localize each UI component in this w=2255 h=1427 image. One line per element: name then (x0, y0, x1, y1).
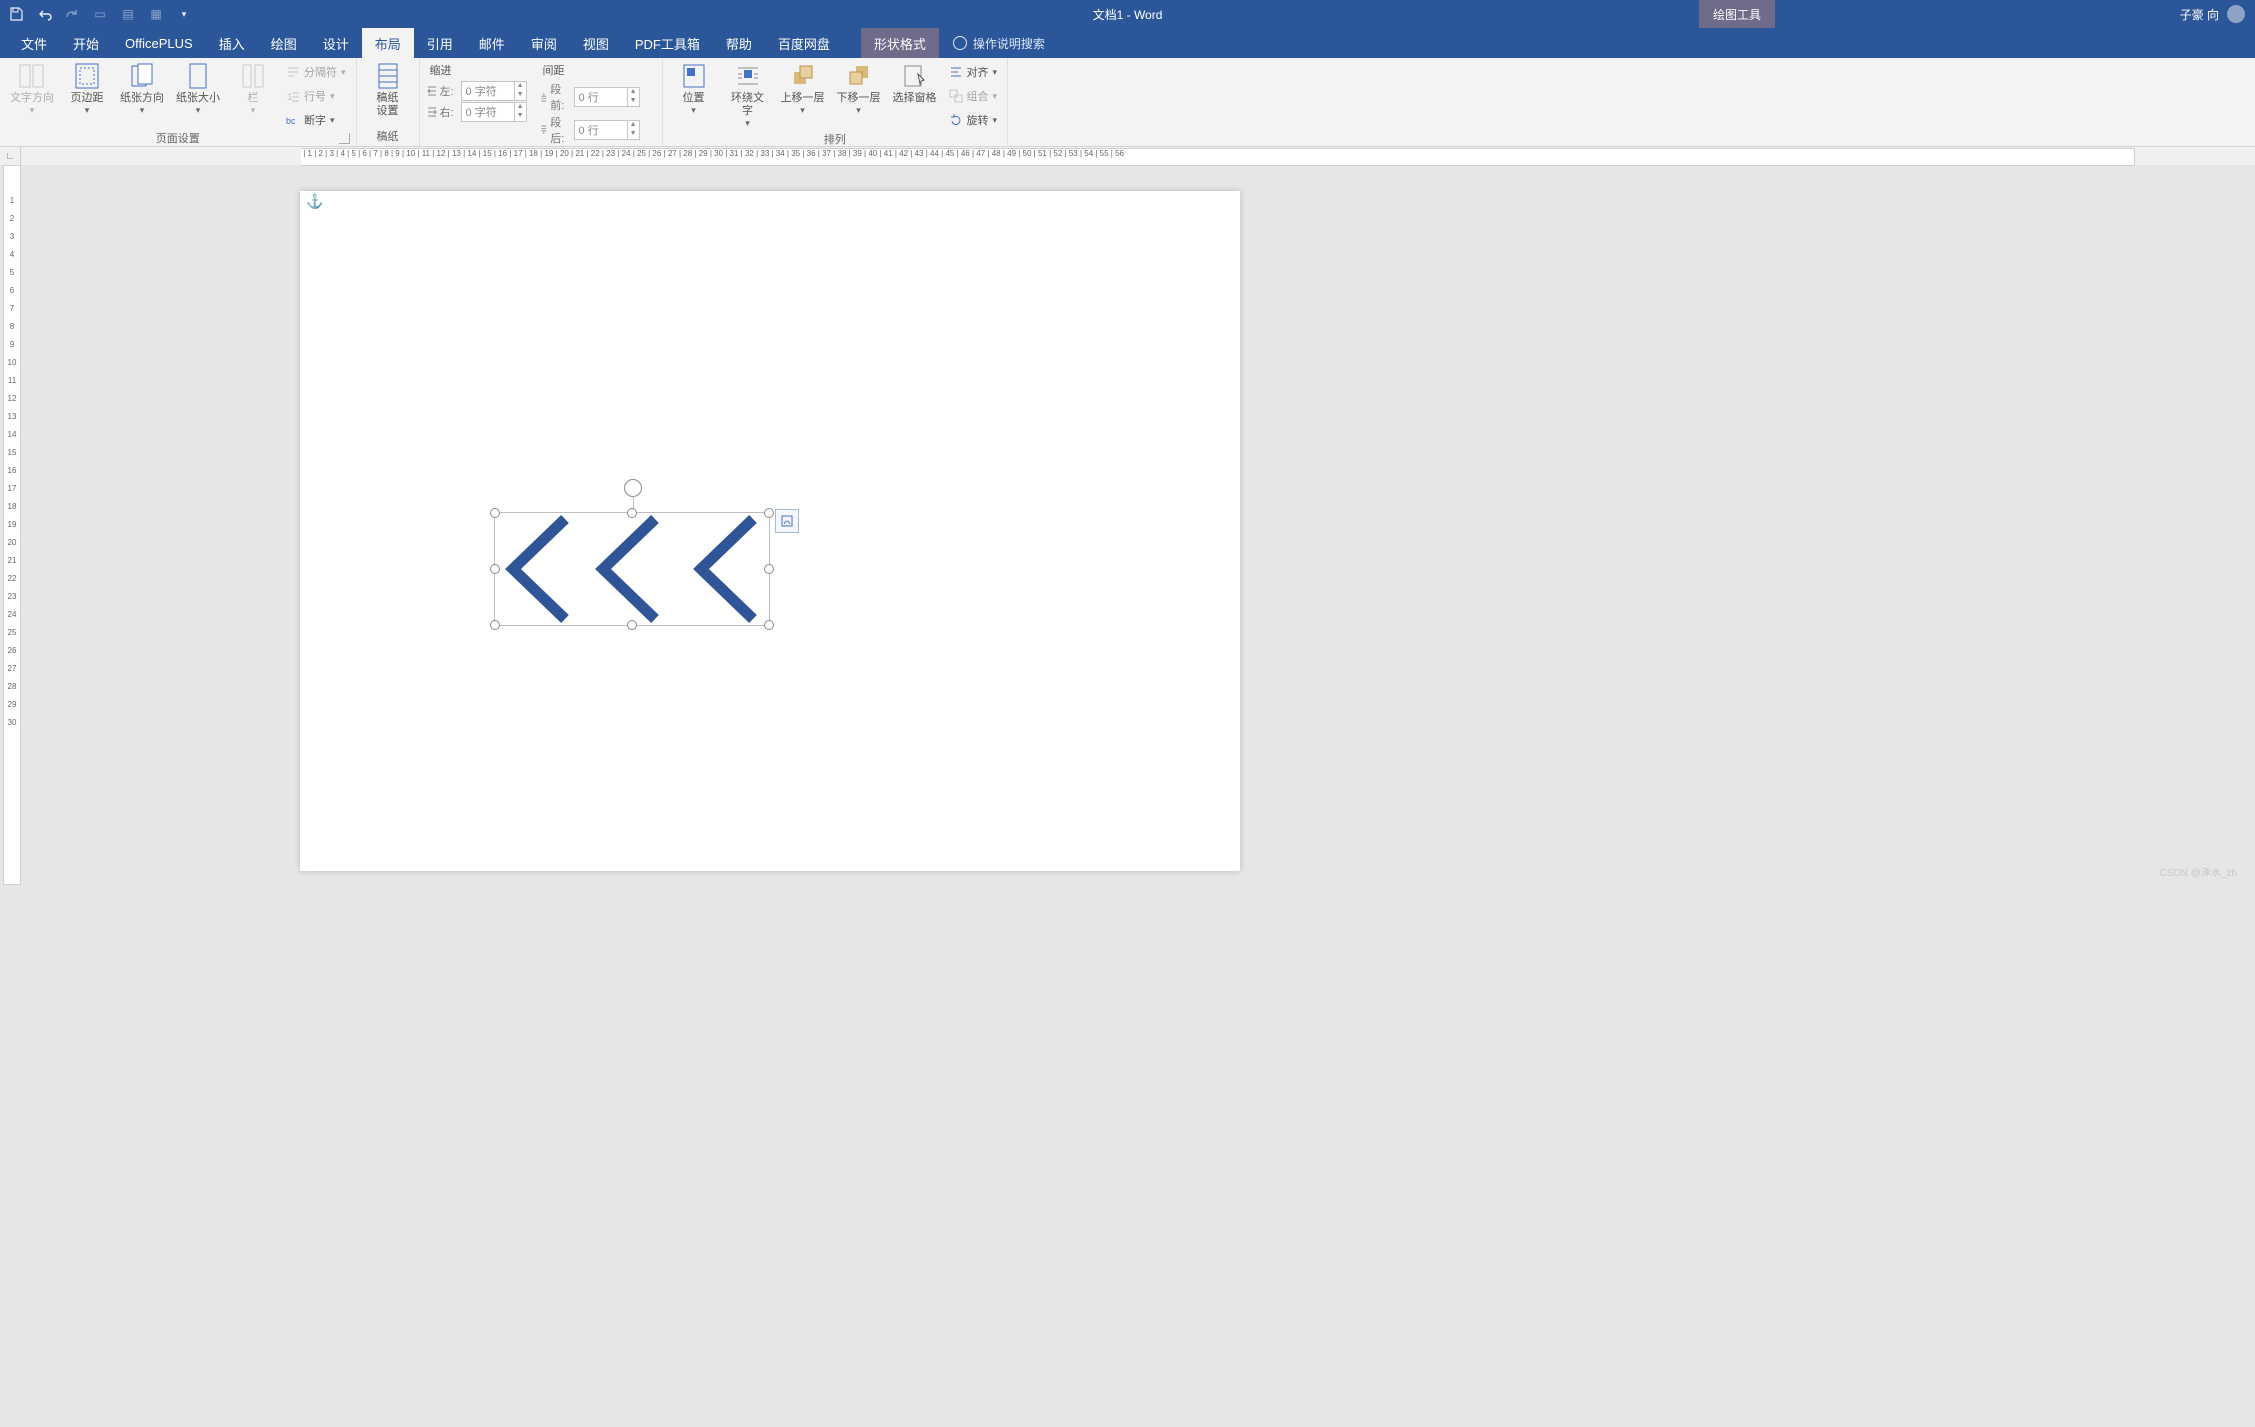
tab-baidu[interactable]: 百度网盘 (765, 28, 843, 58)
tab-pdf[interactable]: PDF工具箱 (622, 28, 713, 58)
indent-right-input[interactable]: ▲▼ (461, 102, 527, 122)
qat-more-icon[interactable]: ▾ (176, 6, 192, 22)
page[interactable] (300, 191, 1240, 871)
save-icon[interactable] (8, 6, 24, 22)
lightbulb-icon (953, 36, 967, 50)
space-before-input[interactable]: ▲▼ (574, 87, 640, 107)
indent-right-value[interactable] (462, 106, 514, 118)
user-name: 子豪 向 (2180, 6, 2219, 23)
resize-handle-tr[interactable] (764, 508, 774, 518)
chevron-shape[interactable] (495, 513, 769, 625)
tab-officeplus[interactable]: OfficePLUS (112, 28, 206, 58)
ribbon-tabs: 文件 开始 OfficePLUS 插入 绘图 设计 布局 引用 邮件 审阅 视图… (0, 28, 2255, 58)
indent-left-value[interactable] (462, 85, 514, 97)
quick-access-toolbar: ▭ ▤ ▦ ▾ (8, 6, 192, 22)
wrap-text-button[interactable]: 环绕文 字▾ (723, 60, 773, 131)
space-before-value[interactable] (575, 91, 627, 103)
qat-icon-2[interactable]: ▤ (120, 6, 136, 22)
send-backward-button[interactable]: 下移一层▾ (833, 60, 885, 118)
align-button[interactable]: 对齐▾ (945, 62, 1002, 82)
group-label-manuscript: 稿纸 (363, 128, 413, 146)
indent-right-label: 右: (426, 104, 458, 120)
selected-shape[interactable] (494, 512, 770, 626)
anchor-icon: ⚓ (306, 193, 323, 210)
tab-file[interactable]: 文件 (8, 28, 60, 58)
group-label-page-setup: 页面设置 (6, 130, 350, 146)
document-area[interactable]: 1234567891011121314151617181920212223242… (0, 165, 2255, 885)
indent-left-label: 左: (426, 83, 458, 99)
space-after-value[interactable] (575, 124, 627, 136)
position-button[interactable]: 位置▾ (669, 60, 719, 118)
tab-draw[interactable]: 绘图 (258, 28, 310, 58)
avatar[interactable] (2227, 5, 2245, 23)
resize-handle-ml[interactable] (490, 564, 500, 574)
horizontal-ruler[interactable]: | 1 | 2 | 3 | 4 | 5 | 6 | 7 | 8 | 9 | 10… (301, 148, 2135, 166)
resize-handle-mr[interactable] (764, 564, 774, 574)
launcher-icon[interactable] (339, 133, 350, 144)
svg-text:bc: bc (286, 116, 296, 126)
tab-review[interactable]: 审阅 (518, 28, 570, 58)
resize-handle-br[interactable] (764, 620, 774, 630)
qat-icon-1[interactable]: ▭ (92, 6, 108, 22)
tab-layout[interactable]: 布局 (362, 28, 414, 58)
group-paragraph: 缩进 左: ▲▼ 右: (420, 58, 663, 146)
indent-header: 缩进 (430, 62, 527, 78)
text-direction-button[interactable]: 文字方向▾ (6, 60, 58, 118)
ribbon: 文字方向▾ 页边距▾ 纸张方向▾ 纸张大小▾ 栏▾ 分隔符▾ (0, 58, 2255, 147)
resize-handle-tm[interactable] (627, 508, 637, 518)
space-after-input[interactable]: ▲▼ (574, 120, 640, 140)
resize-handle-bl[interactable] (490, 620, 500, 630)
orientation-button[interactable]: 纸张方向▾ (116, 60, 168, 118)
layout-options-icon[interactable] (775, 509, 799, 533)
redo-icon[interactable] (64, 6, 80, 22)
tell-me-label: 操作说明搜索 (973, 35, 1045, 52)
columns-button[interactable]: 栏▾ (228, 60, 278, 118)
tab-shape-format[interactable]: 形状格式 (861, 28, 939, 58)
group-page-setup: 文字方向▾ 页边距▾ 纸张方向▾ 纸张大小▾ 栏▾ 分隔符▾ (0, 58, 357, 146)
tab-mailings[interactable]: 邮件 (466, 28, 518, 58)
hyphenation-button[interactable]: bc 断字▾ (282, 110, 350, 130)
spacing-block: 间距 段前: ▲▼ 段后: (539, 60, 640, 146)
window-title: 文档1 - Word (1093, 6, 1163, 23)
resize-handle-tl[interactable] (490, 508, 500, 518)
undo-icon[interactable] (36, 6, 52, 22)
rotate-handle[interactable] (624, 479, 642, 497)
ruler-bar: ∟ | 1 | 2 | 3 | 4 | 5 | 6 | 7 | 8 | 9 | … (0, 147, 2255, 165)
breaks-button[interactable]: 分隔符▾ (282, 62, 350, 82)
size-button[interactable]: 纸张大小▾ (172, 60, 224, 118)
rotate-button[interactable]: 旋转▾ (945, 110, 1002, 130)
bring-forward-button[interactable]: 上移一层▾ (777, 60, 829, 118)
tab-references[interactable]: 引用 (414, 28, 466, 58)
spacing-header: 间距 (543, 62, 640, 78)
tab-insert[interactable]: 插入 (206, 28, 258, 58)
manuscript-settings-button[interactable]: 稿纸 设置 (363, 60, 413, 120)
contextual-tab-label: 绘图工具 (1699, 0, 1775, 28)
tell-me[interactable]: 操作说明搜索 (939, 28, 1059, 58)
qat-icon-3[interactable]: ▦ (148, 6, 164, 22)
indent-left-input[interactable]: ▲▼ (461, 81, 527, 101)
space-before-label: 段前: (539, 81, 571, 113)
group-arrange: 位置▾ 环绕文 字▾ 上移一层▾ 下移一层▾ 选择窗格 对齐▾ (663, 58, 1009, 146)
space-after-label: 段后: (539, 114, 571, 146)
user-area[interactable]: 子豪 向 (2180, 0, 2245, 28)
group-manuscript: 稿纸 设置 稿纸 (357, 58, 420, 146)
vertical-ruler[interactable]: 1234567891011121314151617181920212223242… (3, 165, 21, 885)
line-numbers-button[interactable]: 1 行号▾ (282, 86, 350, 106)
tab-home[interactable]: 开始 (60, 28, 112, 58)
resize-handle-bm[interactable] (627, 620, 637, 630)
group-button[interactable]: 组合▾ (945, 86, 1002, 106)
title-bar: ▭ ▤ ▦ ▾ 文档1 - Word 绘图工具 子豪 向 (0, 0, 2255, 28)
tab-design[interactable]: 设计 (310, 28, 362, 58)
ruler-corner[interactable]: ∟ (0, 147, 21, 165)
tab-help[interactable]: 帮助 (713, 28, 765, 58)
group-label-arrange: 排列 (669, 131, 1002, 147)
watermark: CSDN @泽水_zh (2160, 864, 2237, 879)
margins-button[interactable]: 页边距▾ (62, 60, 112, 118)
indent-block: 缩进 左: ▲▼ 右: (426, 60, 527, 122)
selection-pane-button[interactable]: 选择窗格 (889, 60, 941, 107)
tab-view[interactable]: 视图 (570, 28, 622, 58)
